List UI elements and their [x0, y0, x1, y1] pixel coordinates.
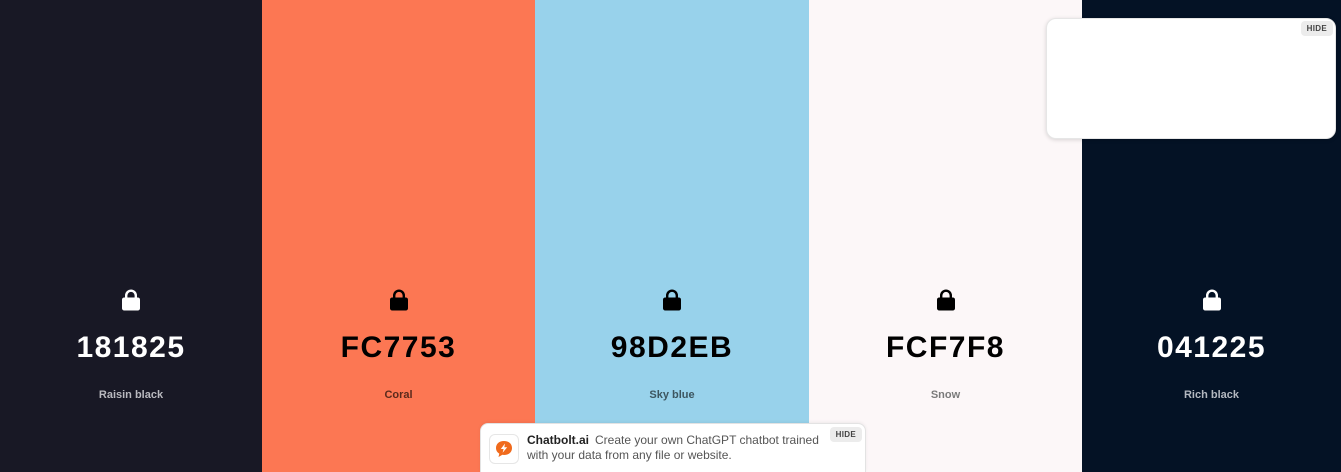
ad-brand[interactable]: Chatbolt.ai — [527, 433, 589, 447]
chatbolt-logo-icon — [489, 434, 519, 464]
chatbolt-logo-icon — [496, 441, 512, 457]
lock-icon[interactable] — [662, 289, 682, 311]
lock-icon[interactable] — [1202, 289, 1222, 311]
swatch-color-name: Snow — [930, 389, 961, 401]
swatch-snow[interactable]: FCF7F8 Snow — [809, 0, 1082, 472]
ad-text: Chatbolt.ai Create your own ChatGPT chatb… — [527, 433, 827, 463]
swatch-hex[interactable]: 041225 — [1082, 331, 1341, 365]
swatch-hex[interactable]: FC7753 — [262, 331, 535, 365]
swatch-hex[interactable]: FCF7F8 — [809, 331, 1082, 365]
lock-icon[interactable] — [121, 289, 141, 311]
ad-placeholder: HIDE — [1046, 18, 1336, 139]
swatch-raisin-black[interactable]: 181825 Raisin black — [0, 0, 262, 472]
chatbolt-ad-banner[interactable]: Chatbolt.ai Create your own ChatGPT chatb… — [480, 423, 866, 472]
swatch-color-name: Raisin black — [98, 389, 164, 401]
swatch-hex[interactable]: 98D2EB — [535, 331, 809, 365]
swatch-color-name: Coral — [384, 389, 413, 401]
swatch-color-name: Sky blue — [649, 389, 695, 401]
hide-ad-button[interactable]: HIDE — [1300, 21, 1333, 36]
lock-icon[interactable] — [936, 289, 956, 311]
swatch-color-name: Rich black — [1183, 389, 1240, 401]
swatch-sky-blue[interactable]: 98D2EB Sky blue — [535, 0, 809, 472]
hide-ad-button[interactable]: HIDE — [829, 427, 862, 442]
swatch-hex[interactable]: 181825 — [0, 331, 262, 365]
lock-icon[interactable] — [389, 289, 409, 311]
swatch-coral[interactable]: FC7753 Coral — [262, 0, 535, 472]
